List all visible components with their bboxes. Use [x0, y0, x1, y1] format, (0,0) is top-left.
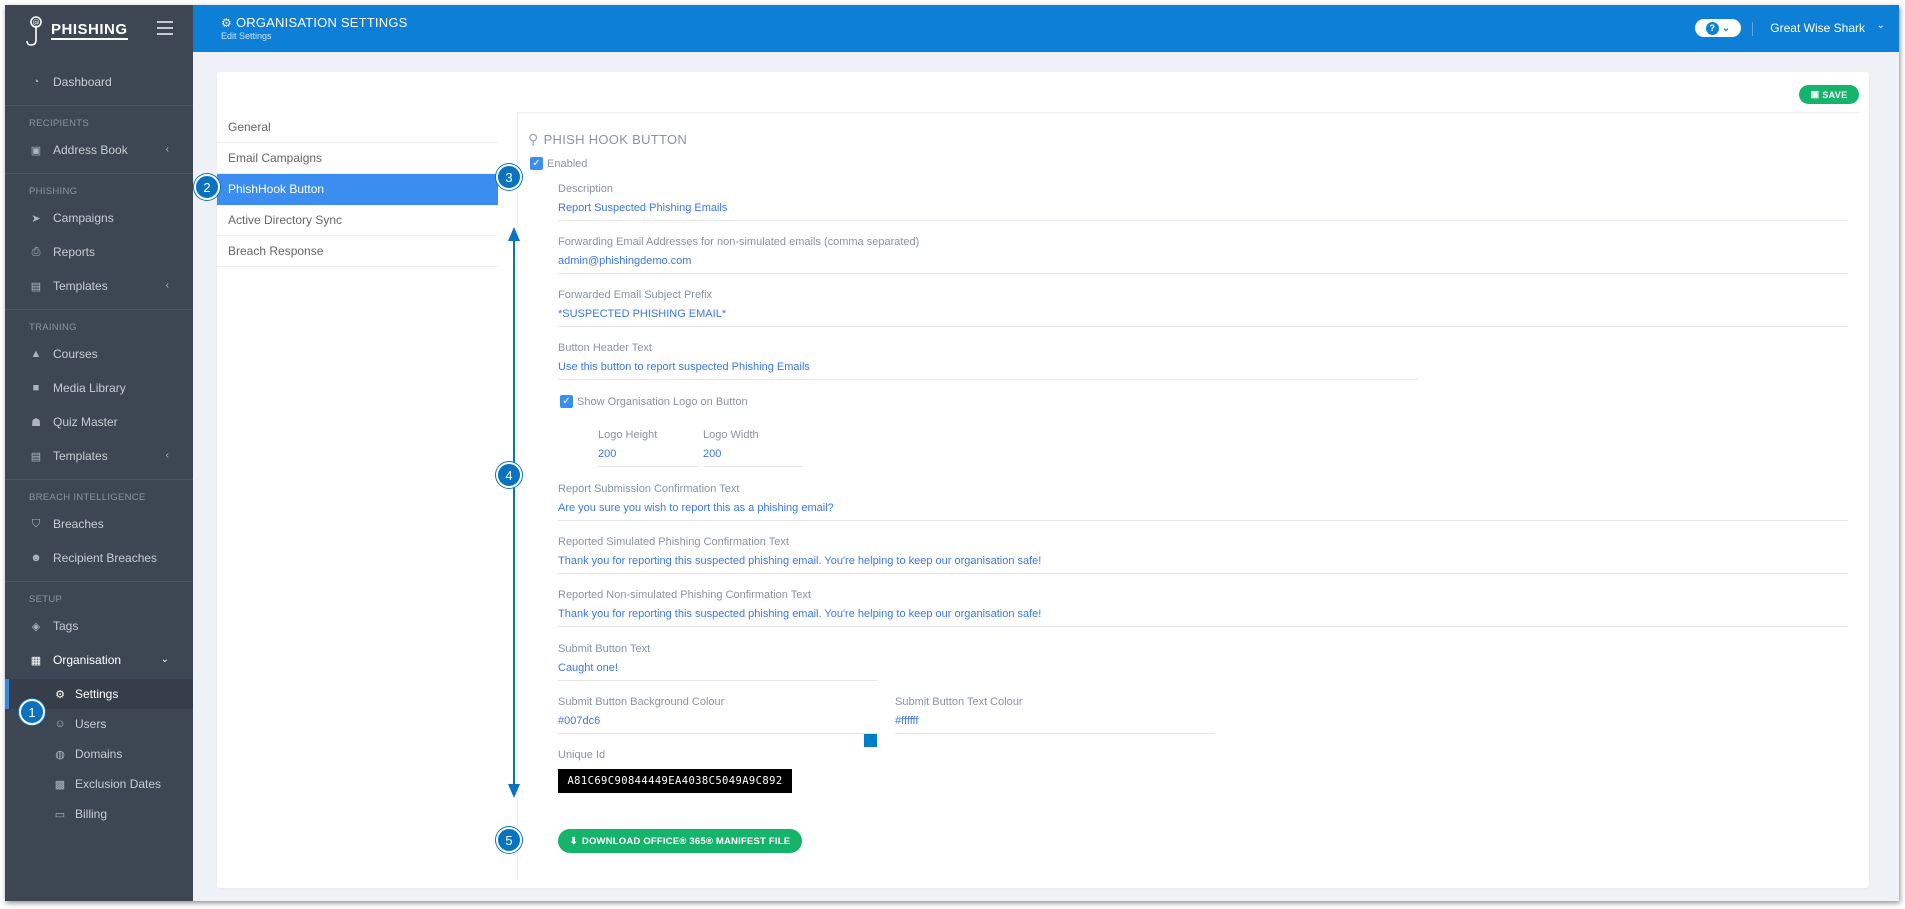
callout-2: 2 — [194, 174, 220, 200]
callout-5: 5 — [496, 827, 522, 853]
callout-3: 3 — [496, 164, 522, 190]
callout-1: 1 — [19, 699, 45, 725]
callout-4: 4 — [496, 462, 522, 488]
scroll-arrow-annotation — [508, 227, 520, 798]
app-window: @ PHISHING ◔ Dashboard RECIPIENTS ▣ Addr… — [5, 5, 1899, 901]
